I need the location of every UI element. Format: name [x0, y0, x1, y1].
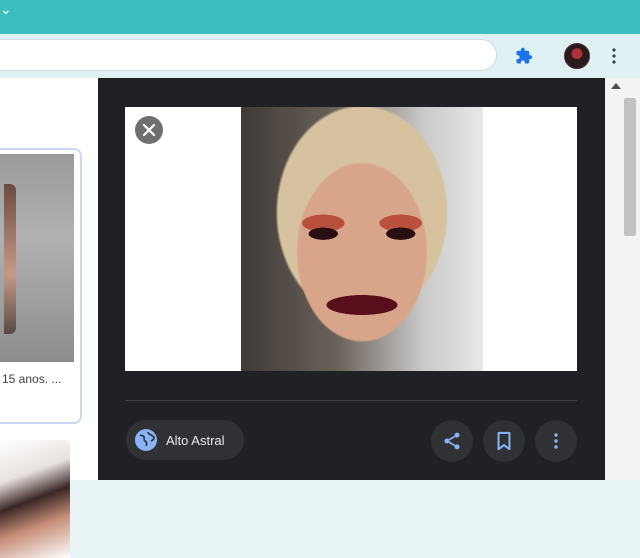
result-thumbnail[interactable] — [0, 154, 74, 362]
source-site-link[interactable]: Alto Astral — [126, 420, 244, 460]
vertical-dots-icon — [612, 48, 616, 64]
chevron-down-icon[interactable]: ⌄ — [0, 2, 12, 18]
source-site-name: Alto Astral — [166, 432, 225, 448]
preview-image[interactable] — [241, 107, 483, 371]
more-options-button[interactable] — [535, 420, 577, 462]
preview-image-frame — [125, 107, 577, 371]
browser-toolbar — [0, 34, 640, 78]
save-button[interactable] — [483, 420, 525, 462]
scrollbar-thumb[interactable] — [624, 98, 636, 236]
puzzle-icon — [516, 47, 533, 64]
extensions-button[interactable] — [510, 42, 538, 70]
address-bar[interactable] — [0, 39, 497, 71]
scroll-up-arrow[interactable] — [611, 83, 621, 89]
result-card[interactable]: 15 anos. ... — [0, 148, 82, 424]
profile-avatar[interactable] — [564, 43, 590, 69]
close-icon — [142, 123, 156, 137]
share-button[interactable] — [431, 420, 473, 462]
more-vert-icon — [554, 433, 558, 449]
close-preview-button[interactable] — [135, 116, 163, 144]
bookmark-icon — [497, 431, 511, 451]
browser-titlebar: ⌄ — [0, 0, 640, 34]
globe-icon — [135, 429, 157, 451]
browser-menu-button[interactable] — [604, 42, 624, 70]
result-thumbnail[interactable] — [0, 440, 70, 558]
panel-divider — [125, 400, 577, 401]
share-icon — [444, 432, 460, 450]
result-caption[interactable]: 15 anos. ... — [2, 372, 61, 386]
results-grid: 15 anos. ... — [0, 78, 98, 558]
